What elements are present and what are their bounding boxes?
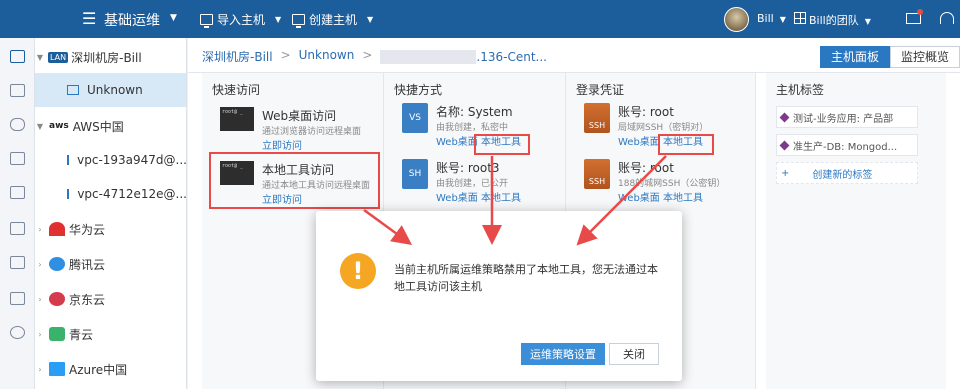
chevron-down-icon: ▼: [275, 15, 282, 24]
team-menu[interactable]: Bill的团队 ▼: [809, 12, 871, 28]
chevron-down-icon[interactable]: ▼: [35, 53, 45, 62]
chevron-down-icon[interactable]: ▼: [170, 13, 177, 23]
qingcloud-icon: [49, 327, 65, 341]
tree-item-aws[interactable]: ▼ aws AWS中国: [35, 109, 186, 143]
tree-item-huawei[interactable]: › 华为云: [35, 212, 186, 246]
tree-item-root[interactable]: ▼ LAN 深圳机房-Bill: [35, 40, 186, 74]
tree-item-label: Azure中国: [69, 362, 128, 377]
huawei-logo-icon: [49, 222, 65, 236]
dialog-message: 当前主机所属运维策略禁用了本地工具，您无法通过本地工具访问该主机: [394, 263, 658, 293]
monitor-plus-icon: [292, 14, 305, 28]
host-group-icon: [67, 85, 79, 95]
chevron-down-icon[interactable]: ▼: [35, 122, 45, 131]
vpc-icon: [67, 155, 70, 165]
chevron-right-icon[interactable]: ›: [35, 330, 45, 339]
layers-icon[interactable]: [10, 186, 25, 199]
notification-dot: [917, 9, 923, 15]
tree-item-label: Unknown: [87, 83, 143, 97]
tree-item-label: 腾讯云: [69, 257, 106, 272]
icon-rail: [0, 38, 35, 389]
highlight-local-tool-link: [474, 134, 530, 155]
cloud-monitor-icon[interactable]: [10, 152, 25, 165]
monitor-icon: [200, 14, 213, 28]
chevron-right-icon[interactable]: ›: [35, 365, 45, 374]
team-icon: [794, 12, 806, 24]
close-button[interactable]: 关闭: [609, 343, 659, 365]
tree-item-vpc1[interactable]: vpc-193a947d@...: [35, 143, 187, 177]
monitor-icon[interactable]: [10, 50, 25, 63]
chevron-down-icon: ▼: [367, 15, 374, 24]
aws-logo-icon: aws: [49, 121, 69, 131]
host-tree: ▼ LAN 深圳机房-Bill Unknown ▼ aws AWS中国 vpc-…: [35, 38, 187, 389]
menu-icon[interactable]: ☰: [82, 11, 96, 27]
user-menu[interactable]: Bill ▼: [757, 12, 786, 25]
chevron-right-icon[interactable]: ›: [35, 260, 45, 269]
policy-settings-button[interactable]: 运维策略设置: [521, 343, 605, 365]
jd-cloud-icon: [49, 292, 65, 306]
tree-item-vpc2[interactable]: vpc-4712e12e@...: [35, 177, 187, 211]
clipboard-icon[interactable]: [10, 222, 25, 235]
report-icon[interactable]: [10, 256, 25, 269]
gear-icon[interactable]: [10, 326, 25, 339]
tree-item-label: 京东云: [69, 292, 106, 307]
vpc-icon: [67, 189, 70, 199]
import-host-label: 导入主机: [217, 13, 266, 27]
headset-icon[interactable]: [940, 12, 954, 24]
warning-icon: !: [340, 253, 376, 289]
database-icon[interactable]: [10, 118, 25, 131]
highlight-local-tool-link: [658, 134, 714, 155]
user-name: Bill: [757, 12, 774, 25]
tree-item-label: 深圳机房-Bill: [71, 50, 142, 65]
lan-icon: LAN: [48, 51, 69, 63]
tree-item-qing[interactable]: › 青云: [35, 317, 186, 351]
chevron-right-icon[interactable]: ›: [35, 295, 45, 304]
highlight-local-tool-card: [209, 152, 380, 209]
avatar[interactable]: [724, 7, 749, 32]
tree-item-azure[interactable]: › Azure中国: [35, 352, 186, 386]
import-host-button[interactable]: 导入主机 ▼: [200, 11, 281, 28]
app-title[interactable]: 基础运维: [104, 10, 160, 30]
top-bar: ☰ 基础运维 ▼ 导入主机 ▼ 创建主机 ▼ Bill ▼ Bill的团队 ▼: [0, 0, 960, 38]
create-host-label: 创建主机: [309, 13, 358, 27]
tree-item-label: vpc-193a947d@...: [77, 153, 187, 167]
tencent-cloud-icon: [49, 257, 65, 271]
chevron-right-icon[interactable]: ›: [35, 225, 45, 234]
tree-item-label: AWS中国: [72, 119, 124, 134]
tree-item-jd[interactable]: › 京东云: [35, 282, 186, 316]
tree-item-unknown[interactable]: Unknown: [35, 73, 186, 107]
chart-icon[interactable]: [10, 292, 25, 305]
windows-logo-icon: [49, 362, 65, 376]
warning-dialog: ! 当前主机所属运维策略禁用了本地工具，您无法通过本地工具访问该主机 运维策略设…: [316, 211, 682, 381]
tree-item-tencent[interactable]: › 腾讯云: [35, 247, 186, 281]
topology-icon[interactable]: [10, 84, 25, 97]
tree-item-label: 华为云: [69, 222, 106, 237]
team-name: Bill的团队: [809, 14, 859, 27]
create-host-button[interactable]: 创建主机 ▼: [292, 11, 373, 28]
tree-item-label: 青云: [69, 327, 94, 342]
tree-item-label: vpc-4712e12e@...: [77, 187, 187, 201]
